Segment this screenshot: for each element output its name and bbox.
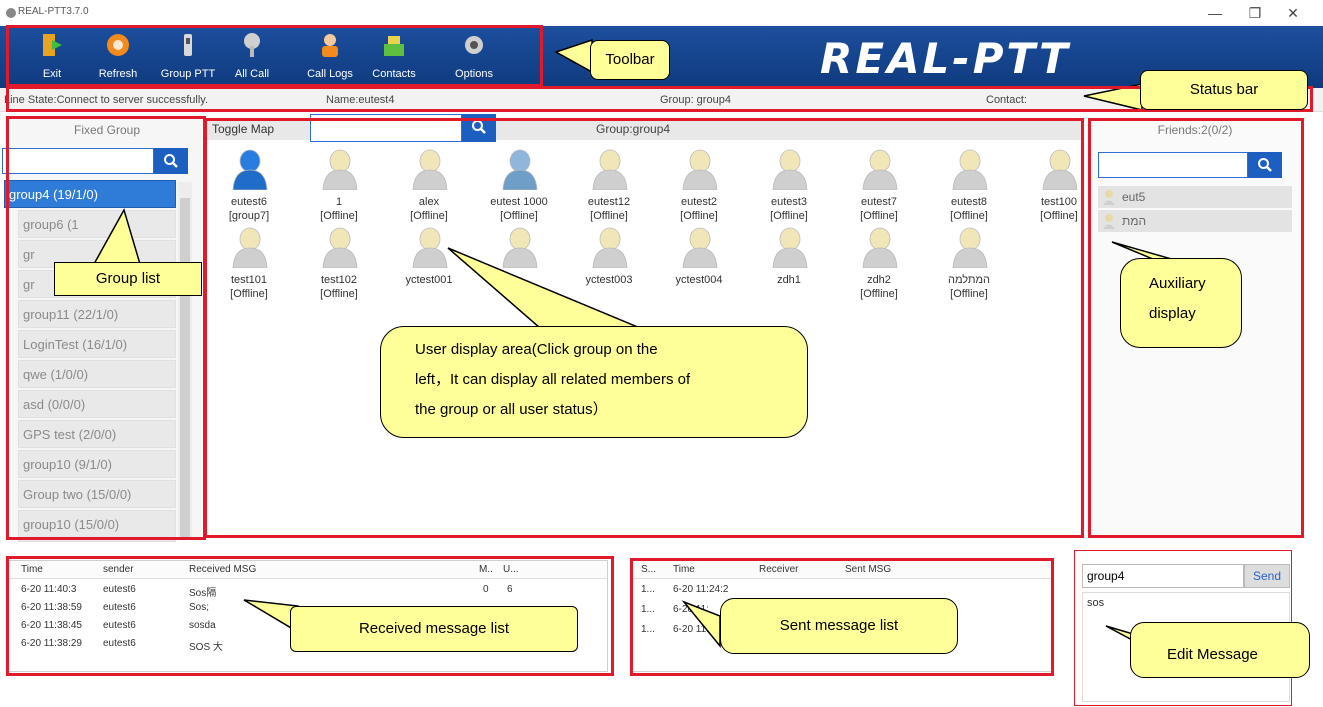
app-logo: REAL-PTT <box>820 34 1071 83</box>
statusbar-highlight <box>6 86 1313 112</box>
statusbar-callout: Status bar <box>1140 70 1308 110</box>
grouplist-highlight <box>6 116 206 540</box>
window-title: REAL-PTT3.7.0 <box>18 6 89 17</box>
auxiliary-callout-line: display <box>1149 305 1196 322</box>
minimize-button[interactable]: — <box>1200 4 1230 22</box>
sent-callout: Sent message list <box>720 598 958 654</box>
userarea-callout-line: the group or all user status） <box>415 401 608 418</box>
grouplist-callout: Group list <box>54 262 202 296</box>
toolbar-callout: Toolbar <box>590 40 670 80</box>
title-bar: REAL-PTT3.7.0 — ❐ ✕ <box>0 0 1323 26</box>
edit-callout: Edit Message <box>1130 622 1310 678</box>
app-icon <box>6 8 16 18</box>
close-button[interactable]: ✕ <box>1278 4 1308 22</box>
received-callout: Received message list <box>290 606 578 652</box>
auxiliary-callout-line: Auxiliary <box>1149 275 1206 292</box>
userarea-callout-line: User display area(Click group on the <box>415 341 658 358</box>
userarea-callout: User display area(Click group on the lef… <box>380 326 808 438</box>
toolbar-highlight <box>6 25 543 87</box>
userarea-callout-line: left，It can display all related members … <box>415 371 691 388</box>
auxiliary-callout: Auxiliary display <box>1120 258 1242 348</box>
maximize-button[interactable]: ❐ <box>1240 4 1270 22</box>
